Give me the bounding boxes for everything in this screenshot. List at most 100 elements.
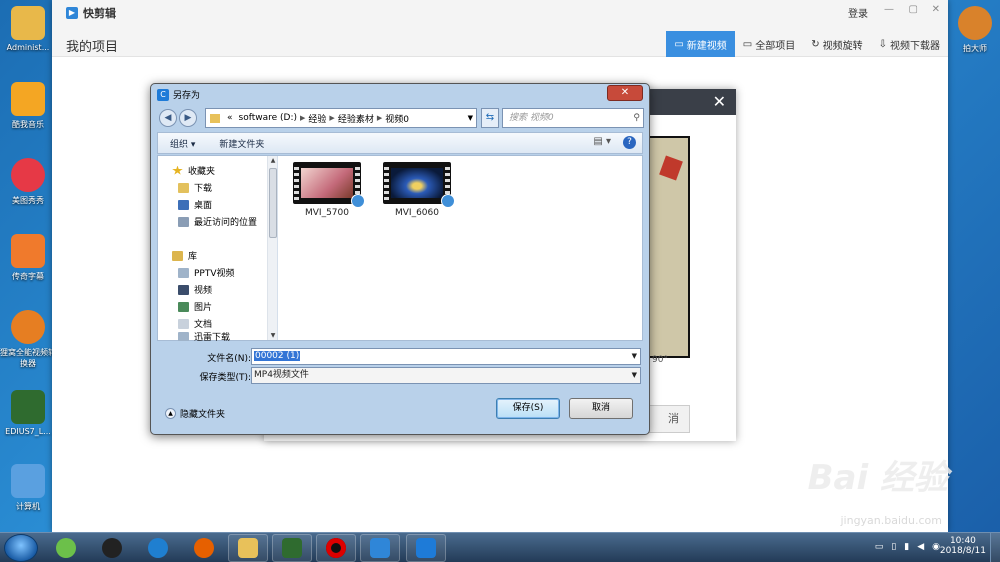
breadcrumb-drive[interactable]: software (D:)	[239, 113, 298, 123]
nav-item-pictures[interactable]: 图片	[178, 300, 212, 313]
nav-item-videos[interactable]: 视频	[178, 283, 212, 296]
filetype-value: MP4视频文件	[254, 370, 309, 380]
forward-icon[interactable]: ▶	[179, 109, 197, 127]
view-controls: ▤ ▾ ?	[593, 136, 636, 149]
nav-item-xunlei[interactable]: 迅雷下载	[178, 332, 230, 341]
breadcrumb-sucai[interactable]: 经验素材	[338, 112, 374, 125]
taskbar-refresh-app-icon[interactable]	[406, 534, 446, 562]
taskbar-edius-icon[interactable]	[272, 534, 312, 562]
desktop-icon-edius[interactable]: EDIUS7_L...	[0, 390, 56, 436]
tab-label: 新建视频	[686, 40, 727, 52]
library-folder-icon	[178, 267, 189, 278]
help-icon[interactable]: ?	[623, 136, 636, 149]
file-name: MVI_5700	[305, 208, 349, 218]
nav-scrollbar[interactable]: ▲ ▼	[267, 156, 277, 340]
keyboard-icon[interactable]: ▭	[875, 542, 884, 552]
video-icon: ▭	[674, 38, 684, 50]
file-list: MVI_5700 MVI_6060	[279, 156, 642, 340]
breadcrumb-video0[interactable]: 视频0	[385, 112, 409, 125]
desktop-icon-paidashi[interactable]: 拍大师	[950, 6, 1000, 54]
filename-field[interactable]: 00002 (1) ▼	[251, 348, 641, 365]
taskbar-player-icon[interactable]	[138, 534, 178, 562]
minimize-icon[interactable]: —	[884, 4, 894, 15]
close-icon[interactable]: ✕	[713, 92, 726, 111]
scroll-down-icon[interactable]: ▼	[268, 332, 278, 339]
filename-row: 文件名(N): 00002 (1) ▼	[157, 348, 643, 366]
desktop-icon-administrator[interactable]: Administ...	[0, 6, 56, 52]
nav-favorites[interactable]: 收藏夹	[172, 164, 215, 177]
app-logo-icon: ▶	[66, 7, 78, 19]
volume-icon[interactable]: ◀	[917, 542, 924, 552]
back-icon[interactable]: ◀	[159, 109, 177, 127]
taskbar-qq-icon[interactable]	[92, 534, 132, 562]
desktop-icon-converter[interactable]: 狸窝全能视频转换器	[0, 310, 56, 369]
thumbnail-image	[301, 168, 353, 198]
desktop-icon-label: 拍大师	[963, 44, 987, 53]
new-folder-button[interactable]: 新建文件夹	[207, 137, 276, 150]
breadcrumb-overflow[interactable]: «	[227, 113, 233, 123]
view-mode-icon[interactable]: ▤ ▾	[593, 136, 611, 149]
cancel-button[interactable]: 取消	[569, 398, 633, 419]
video-thumbnail	[293, 162, 365, 208]
maximize-icon[interactable]: ▢	[909, 4, 918, 15]
tab-video-rotate[interactable]: ↻ 视频旋转	[803, 31, 870, 57]
hide-folders-label: 隐藏文件夹	[180, 410, 226, 420]
breadcrumb-jingyan[interactable]: 经验	[308, 112, 326, 125]
clock[interactable]: 10:40 2018/8/11	[940, 536, 986, 556]
taskbar-explorer-icon[interactable]	[228, 534, 268, 562]
tab-new-video[interactable]: ▭ 新建视频	[666, 31, 735, 57]
dialog-close-button[interactable]: ✕	[607, 85, 643, 101]
hide-folders-toggle[interactable]: ▲ 隐藏文件夹	[165, 407, 225, 420]
file-item[interactable]: MVI_6060	[377, 162, 457, 218]
nav-item-downloads[interactable]: 下载	[178, 181, 212, 194]
ime-icon[interactable]: ◉	[932, 542, 940, 552]
paidashi-icon	[958, 6, 992, 40]
app-refresh-icon: C	[157, 88, 169, 101]
nav-libraries[interactable]: 库	[172, 249, 197, 262]
nav-item-documents[interactable]: 文档	[178, 317, 212, 330]
close-icon[interactable]: ✕	[932, 4, 940, 15]
nav-item-pptv[interactable]: PPTV视频	[178, 266, 235, 279]
tab-all-projects[interactable]: ▭ 全部项目	[735, 31, 803, 57]
desktop-icon-kuwo-music[interactable]: 酷我音乐	[0, 82, 56, 130]
desktop-icon-meitu[interactable]: 美图秀秀	[0, 158, 56, 206]
media-badge-icon	[351, 194, 365, 208]
taskbar-kuaijianji-icon[interactable]	[360, 534, 400, 562]
nav-label: 最近访问的位置	[194, 218, 258, 228]
address-bar[interactable]: « software (D:) ▶ 经验 ▶ 经验素材 ▶ 视频0 ▼	[205, 108, 477, 128]
chevron-down-icon[interactable]: ▼	[632, 368, 637, 383]
nav-item-desktop[interactable]: 桌面	[178, 198, 212, 211]
folder-icon	[210, 113, 220, 123]
start-button[interactable]	[4, 534, 38, 562]
clock-date: 2018/8/11	[939, 546, 986, 556]
taskbar-360-icon[interactable]	[46, 534, 86, 562]
filetype-select[interactable]: MP4视频文件 ▼	[251, 367, 641, 384]
search-input[interactable]: 搜索 视频0 ⚲	[502, 108, 644, 128]
video-library-icon	[178, 284, 189, 295]
nav-label: 迅雷下载	[194, 333, 231, 341]
chevron-down-icon[interactable]: ▼	[632, 349, 637, 364]
network-icon[interactable]: ▮	[904, 542, 909, 552]
subtitle-app-icon	[11, 234, 45, 268]
chevron-down-icon[interactable]: ▼	[468, 114, 473, 122]
taskbar-recorder-icon[interactable]	[316, 534, 356, 562]
usb-icon[interactable]: ▯	[891, 542, 896, 552]
login-link[interactable]: 登录	[848, 5, 868, 20]
refresh-icon[interactable]: ⇆	[481, 108, 499, 128]
tab-video-downloader[interactable]: ⇩ 视频下载器	[871, 31, 948, 57]
scrollbar-thumb[interactable]	[269, 168, 277, 238]
save-button[interactable]: 保存(S)	[496, 398, 560, 419]
save-as-dialog: C 另存为 ✕ ◀ ▶ « software (D:) ▶ 经验 ▶ 经验素材 …	[150, 83, 650, 435]
app-title: 快剪辑	[83, 7, 116, 20]
desktop-icon-label: 酷我音乐	[12, 120, 44, 129]
nav-item-recent[interactable]: 最近访问的位置	[178, 215, 257, 228]
organize-button[interactable]: 组织 ▾	[158, 137, 207, 150]
taskbar-firefox-icon[interactable]	[184, 534, 224, 562]
scroll-up-icon[interactable]: ▲	[268, 157, 278, 164]
show-desktop-button[interactable]	[990, 533, 1000, 562]
dialog-title-text: 另存为	[173, 91, 201, 101]
desktop-icon-subtitle[interactable]: 传奇字幕	[0, 234, 56, 282]
desktop-icon-computer[interactable]: 计算机	[0, 464, 56, 512]
nav-label: 图片	[194, 303, 213, 313]
file-item[interactable]: MVI_5700	[287, 162, 367, 218]
